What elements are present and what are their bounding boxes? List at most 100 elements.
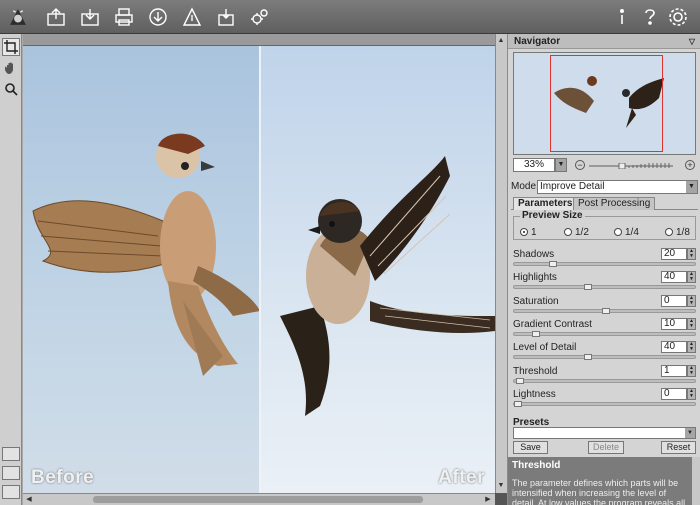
mode-select[interactable]: Improve Detail ▼ <box>537 180 698 194</box>
preview-size-quarter[interactable]: 1/4 <box>614 227 639 238</box>
zoom-out-icon[interactable]: − <box>575 160 585 170</box>
settings-gears-icon[interactable] <box>248 5 272 29</box>
mode-row: Mode: Improve Detail ▼ <box>511 180 698 194</box>
zoom-in-icon[interactable]: + <box>685 160 695 170</box>
param-value-input[interactable]: 10 <box>661 317 687 330</box>
horizontal-scroll-thumb[interactable] <box>93 496 423 503</box>
param-slider[interactable] <box>513 400 696 407</box>
param-stepper-icon[interactable]: ▲ ▼ <box>687 317 696 330</box>
scroll-right-icon[interactable]: ▶ <box>483 494 493 504</box>
tab-parameters[interactable]: Parameters <box>513 197 578 210</box>
param-slider[interactable] <box>513 354 696 361</box>
radio-icon[interactable] <box>564 228 572 236</box>
vertical-scrollbar[interactable]: ▲ ▼ <box>495 34 507 493</box>
app-logo-icon[interactable] <box>4 3 32 31</box>
param-slider[interactable] <box>513 261 696 267</box>
param-label: Highlights <box>513 272 557 284</box>
help-scrollbar[interactable] <box>692 457 700 505</box>
zoom-value[interactable]: 33% <box>513 158 555 172</box>
mode-label: Mode: <box>511 181 539 192</box>
horizontal-scrollbar[interactable]: ◀ ▶ <box>23 493 495 505</box>
preview-size-1[interactable]: 1 <box>520 227 537 238</box>
batch-icon[interactable] <box>214 5 238 29</box>
param-value-input[interactable]: 20 <box>661 248 687 260</box>
preset-save-button[interactable]: Save <box>513 441 548 454</box>
zoom-control: 33% ▼ − + <box>513 158 696 172</box>
navigator-header[interactable]: Navigator ▽ <box>508 34 700 49</box>
view-split-icon[interactable] <box>2 447 20 461</box>
preferences-icon[interactable] <box>666 5 690 29</box>
share-icon[interactable] <box>180 5 204 29</box>
param-value-input[interactable]: 40 <box>661 271 687 284</box>
param-stepper-icon[interactable]: ▲ ▼ <box>687 294 696 307</box>
hand-icon[interactable] <box>2 59 20 77</box>
info-icon[interactable] <box>610 5 634 29</box>
param-slider[interactable] <box>513 307 696 314</box>
tab-post-processing[interactable]: Post Processing <box>573 197 656 210</box>
param-slider-knob[interactable] <box>584 354 592 361</box>
param-slider-knob[interactable] <box>515 377 524 384</box>
param-value-input[interactable]: 1 <box>661 364 687 377</box>
zoom-icon[interactable] <box>2 80 20 98</box>
param-slider[interactable] <box>513 330 696 337</box>
zoom-slider[interactable] <box>589 163 673 169</box>
param-row: Shadows 20 ▲ ▼ <box>513 248 696 271</box>
param-slider[interactable] <box>513 284 696 291</box>
param-stepper-icon[interactable]: ▲ ▼ <box>687 341 696 354</box>
preview-size-half[interactable]: 1/2 <box>564 227 589 238</box>
param-value-input[interactable]: 40 <box>661 341 687 354</box>
scroll-left-icon[interactable]: ◀ <box>24 494 34 504</box>
image-canvas[interactable]: Before After ▲ ▼ ◀ ▶ <box>23 34 507 505</box>
mode-value: Improve Detail <box>540 181 605 192</box>
help-icon[interactable] <box>638 5 662 29</box>
save-image-icon[interactable] <box>78 5 102 29</box>
preview-size-eighth[interactable]: 1/8 <box>665 227 690 238</box>
preset-delete-button[interactable]: Delete <box>588 441 624 454</box>
chevron-down-icon[interactable]: ▼ <box>686 181 697 193</box>
param-row: Saturation 0 ▲ ▼ <box>513 294 696 318</box>
radio-icon[interactable] <box>665 228 673 236</box>
print-icon[interactable] <box>112 5 136 29</box>
view-single-icon[interactable] <box>2 485 20 499</box>
before-after-divider[interactable] <box>259 46 261 493</box>
navigator-viewport-frame[interactable] <box>550 55 663 152</box>
chevron-down-icon[interactable]: ▼ <box>685 428 695 438</box>
collapse-icon[interactable]: ▽ <box>689 37 695 46</box>
param-slider-knob[interactable] <box>514 400 522 407</box>
scroll-down-icon[interactable]: ▼ <box>496 480 506 490</box>
param-stepper-icon[interactable]: ▲ ▼ <box>687 364 696 377</box>
top-ruler <box>23 34 495 46</box>
param-slider-knob[interactable] <box>601 307 610 314</box>
param-stepper-icon[interactable]: ▲ ▼ <box>687 271 696 284</box>
zoom-dropdown-icon[interactable]: ▼ <box>555 158 567 172</box>
param-label: Level of Detail <box>513 342 577 354</box>
open-image-icon[interactable] <box>44 5 68 29</box>
sparrow-after <box>280 156 495 416</box>
param-stepper-icon[interactable]: ▲ ▼ <box>687 248 696 260</box>
param-row: Threshold 1 ▲ ▼ <box>513 364 696 388</box>
export-icon[interactable] <box>146 5 170 29</box>
scroll-up-icon[interactable]: ▲ <box>496 35 506 45</box>
presets-select[interactable]: ▼ <box>513 427 696 439</box>
radio-selected-icon[interactable] <box>520 228 528 236</box>
param-stepper-icon[interactable]: ▲ ▼ <box>687 387 696 400</box>
preset-reset-button[interactable]: Reset <box>661 441 696 454</box>
param-label: Lightness <box>513 388 556 400</box>
view-compare-icon[interactable] <box>2 466 20 480</box>
radio-icon[interactable] <box>614 228 622 236</box>
panel-tabs: Parameters Post Processing <box>511 197 698 210</box>
param-value-input[interactable]: 0 <box>661 387 687 400</box>
help-title: Threshold <box>512 460 561 471</box>
param-label: Threshold <box>513 365 558 377</box>
tool-column <box>0 34 22 505</box>
param-value-input[interactable]: 0 <box>661 294 687 307</box>
param-slider-knob[interactable] <box>531 330 540 337</box>
photo-view[interactable]: Before After <box>23 46 495 493</box>
preview-size-title: Preview Size <box>520 210 585 221</box>
param-row: Level of Detail 40 ▲ ▼ <box>513 341 696 364</box>
crop-icon[interactable] <box>2 38 20 56</box>
param-slider-knob[interactable] <box>549 261 557 267</box>
param-slider[interactable] <box>513 377 696 384</box>
navigator-thumbnail[interactable] <box>513 52 696 155</box>
param-slider-knob[interactable] <box>584 284 592 291</box>
